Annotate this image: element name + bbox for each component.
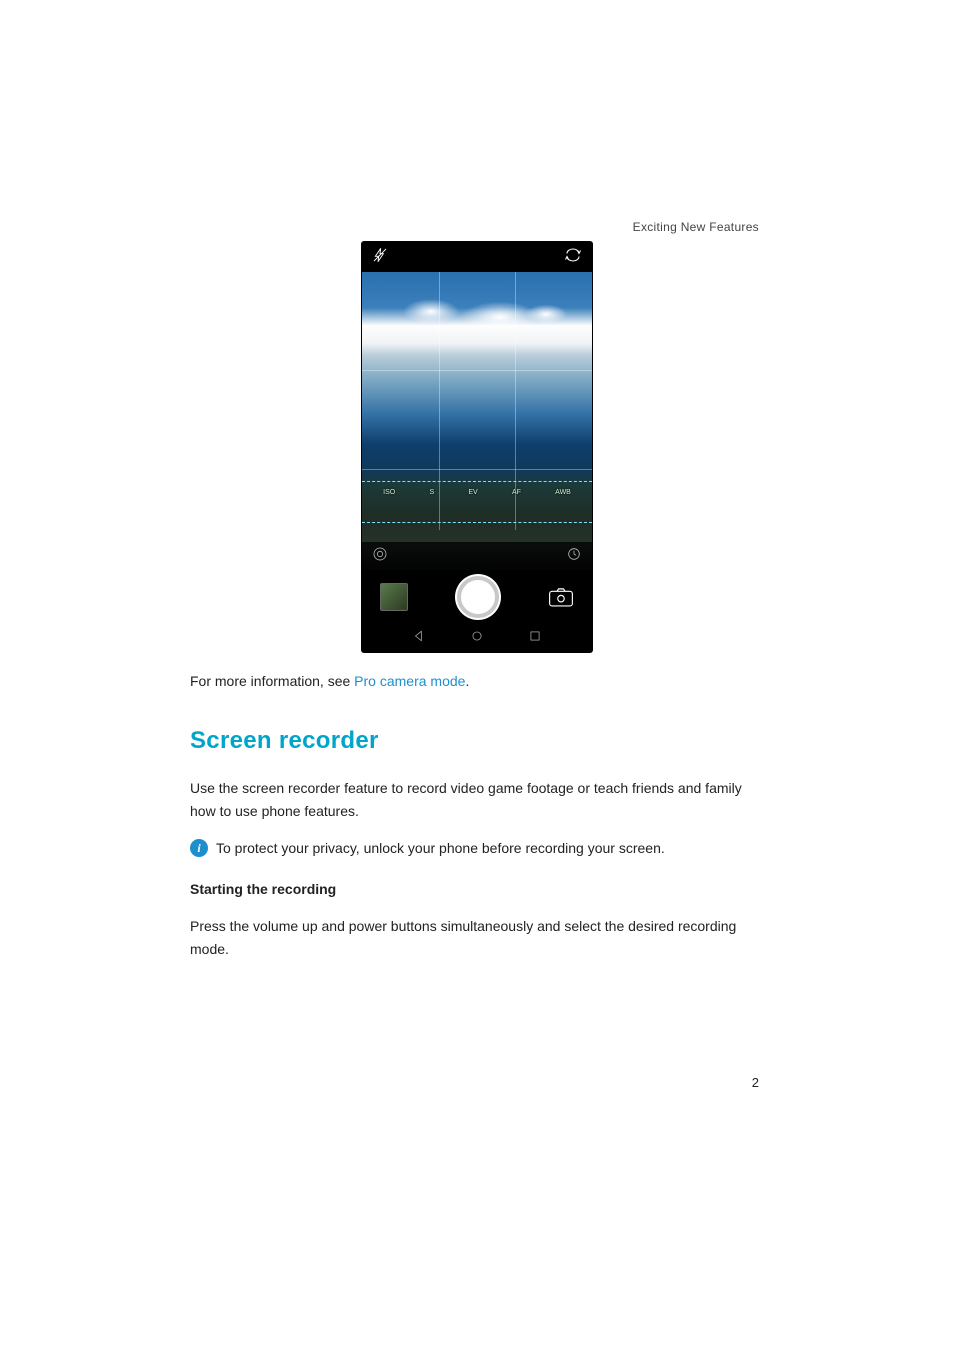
gallery-thumbnail [380,583,408,611]
camera-controls [362,570,592,624]
sky-clouds [362,290,592,344]
pro-param-awb: AWB [555,489,571,496]
info-icon: i [190,839,208,857]
switch-camera-icon [564,247,582,268]
page-number: 2 [752,1075,759,1090]
intro-sentence: For more information, see Pro camera mod… [190,670,764,693]
intro-prefix: For more information, see [190,673,354,689]
pro-param-s: S [429,489,434,496]
camera-topbar [362,242,592,272]
grid-line [362,469,592,470]
grid-line [362,370,592,371]
pro-params-strip: ISO S EV AF AWB [362,487,592,498]
pro-camera-mode-link[interactable]: Pro camera mode [354,673,465,689]
section-heading-screen-recorder: Screen recorder [190,721,764,761]
pro-guideline [362,481,592,482]
section-body: Use the screen recorder feature to recor… [190,777,764,823]
pro-guideline [362,522,592,523]
android-navbar [362,624,592,652]
nav-back-icon [412,629,426,648]
callout-text: To protect your privacy, unlock your pho… [216,837,665,860]
viewfinder-bottombar [362,542,592,570]
running-header: Exciting New Features [633,220,759,234]
camera-switch-icon [548,586,574,608]
flash-icon [372,247,388,268]
gallery-mode-icon [372,546,388,567]
subheading-starting-recording: Starting the recording [190,878,764,901]
nav-home-icon [470,629,484,648]
phone-frame: ISO S EV AF AWB [362,242,592,652]
pro-param-iso: ISO [383,489,395,496]
camera-viewfinder: ISO S EV AF AWB [362,272,592,570]
pro-param-af: AF [512,489,521,496]
info-callout: i To protect your privacy, unlock your p… [190,837,764,860]
figure-camera-pro: ISO S EV AF AWB [190,242,764,652]
intro-suffix: . [465,673,469,689]
shutter-button [457,576,499,618]
mode-indicator-icon [566,546,582,567]
nav-recent-icon [528,629,542,648]
subheading-body: Press the volume up and power buttons si… [190,915,764,961]
pro-param-ev: EV [468,489,477,496]
